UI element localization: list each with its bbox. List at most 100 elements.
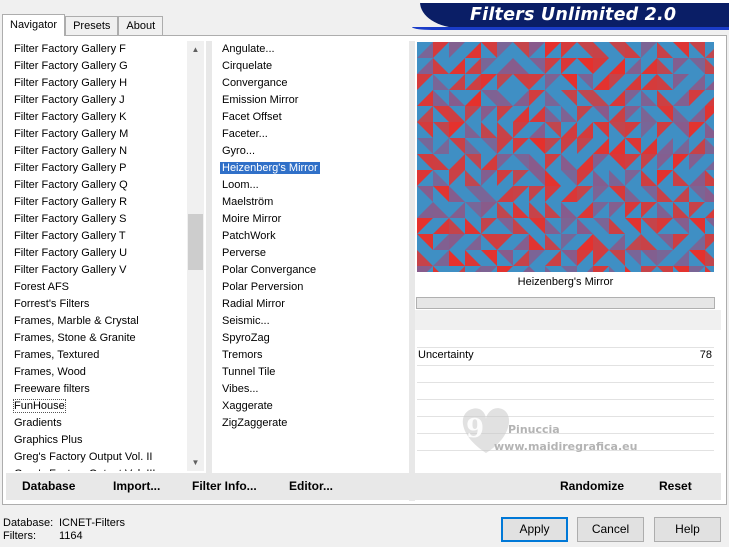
category-item[interactable]: Filter Factory Gallery Q xyxy=(12,177,186,194)
filter-item[interactable]: Polar Perversion xyxy=(220,279,405,296)
filter-item[interactable]: Polar Convergance xyxy=(220,262,405,279)
filter-label: Cirquelate xyxy=(222,60,273,72)
filter-label: Polar Perversion xyxy=(222,281,304,293)
category-item[interactable]: Forrest's Filters xyxy=(12,296,186,313)
category-item[interactable]: Frames, Textured xyxy=(12,347,186,364)
category-item[interactable]: Filter Factory Gallery V xyxy=(12,262,186,279)
filter-label: Polar Convergance xyxy=(222,264,317,276)
help-button[interactable]: Help xyxy=(654,517,721,542)
category-item[interactable]: Filter Factory Gallery R xyxy=(12,194,186,211)
preview-filter-name: Heizenberg's Mirror xyxy=(517,276,614,288)
filter-item[interactable]: Radial Mirror xyxy=(220,296,405,313)
heart-logo-icon: 9 Pinuccia www.maidiregrafica.eu xyxy=(462,408,637,453)
filter-item[interactable]: Emission Mirror xyxy=(220,92,405,109)
reset-button[interactable]: Reset xyxy=(659,473,692,500)
category-label: Greg's Factory Output Vol. III xyxy=(14,468,156,471)
filter-item[interactable]: ZigZaggerate xyxy=(220,415,405,432)
category-label: Filter Factory Gallery P xyxy=(14,162,127,174)
filter-item[interactable]: Moire Mirror xyxy=(220,211,405,228)
banner-title: Filters Unlimited 2.0 xyxy=(470,5,677,25)
category-item[interactable]: Filter Factory Gallery F xyxy=(12,41,186,58)
apply-button[interactable]: Apply xyxy=(501,517,568,542)
category-label: Gradients xyxy=(14,417,62,429)
uncertainty-slider[interactable]: Uncertainty 78 xyxy=(418,347,714,364)
filter-item[interactable]: Heizenberg's Mirror xyxy=(220,160,405,177)
tab-about[interactable]: About xyxy=(118,16,164,36)
tab-presets[interactable]: Presets xyxy=(65,16,119,36)
category-label: Frames, Marble & Crystal xyxy=(14,315,139,327)
category-item[interactable]: Forest AFS xyxy=(12,279,186,296)
category-item[interactable]: Filter Factory Gallery G xyxy=(12,58,186,75)
scroll-up-icon[interactable]: ▲ xyxy=(187,41,204,58)
filter-item[interactable]: Perverse xyxy=(220,245,405,262)
filter-item[interactable]: Convergance xyxy=(220,75,405,92)
category-item[interactable]: Filter Factory Gallery J xyxy=(12,92,186,109)
editor-button[interactable]: Editor... xyxy=(289,473,333,500)
category-label: Filter Factory Gallery J xyxy=(14,94,125,106)
filter-item[interactable]: Seismic... xyxy=(220,313,405,330)
watermark-name: Pinuccia xyxy=(508,423,560,436)
category-label: FunHouse xyxy=(13,399,66,413)
tab-navigator[interactable]: Navigator xyxy=(2,14,66,36)
category-item[interactable]: Filter Factory Gallery K xyxy=(12,109,186,126)
scroll-thumb[interactable] xyxy=(188,214,203,270)
category-item[interactable]: Filter Factory Gallery H xyxy=(12,75,186,92)
category-item[interactable]: Frames, Marble & Crystal xyxy=(12,313,186,330)
randomize-button[interactable]: Randomize xyxy=(560,473,624,500)
category-item[interactable]: Frames, Wood xyxy=(12,364,186,381)
filter-item[interactable]: PatchWork xyxy=(220,228,405,245)
category-item[interactable]: Graphics Plus xyxy=(12,432,186,449)
category-label: Filter Factory Gallery T xyxy=(14,230,126,242)
category-label: Frames, Textured xyxy=(14,349,100,361)
filter-label: Loom... xyxy=(222,179,259,191)
filter-item[interactable]: Cirquelate xyxy=(220,58,405,75)
filter-item[interactable]: Faceter... xyxy=(220,126,405,143)
filter-label: Xaggerate xyxy=(222,400,273,412)
import-button[interactable]: Import... xyxy=(113,473,160,500)
filter-item[interactable]: Xaggerate xyxy=(220,398,405,415)
category-label: Graphics Plus xyxy=(14,434,83,446)
category-item[interactable]: Filter Factory Gallery U xyxy=(12,245,186,262)
cancel-button[interactable]: Cancel xyxy=(577,517,644,542)
filter-item[interactable]: Facet Offset xyxy=(220,109,405,126)
category-item[interactable]: Filter Factory Gallery M xyxy=(12,126,186,143)
category-item[interactable]: Freeware filters xyxy=(12,381,186,398)
filter-label: Faceter... xyxy=(222,128,268,140)
category-scrollbar[interactable]: ▲ ▼ xyxy=(187,41,204,471)
database-button[interactable]: Database xyxy=(22,473,75,500)
category-item[interactable]: FunHouse xyxy=(12,398,186,415)
filter-label: Perverse xyxy=(222,247,267,259)
category-list[interactable]: Filter Factory Gallery F Filter Factory G… xyxy=(12,41,186,471)
filter-label: Moire Mirror xyxy=(222,213,282,225)
filter-list[interactable]: Angulate... Cirquelate Convergance Emission… xyxy=(220,41,405,471)
filter-item[interactable]: Tunnel Tile xyxy=(220,364,405,381)
filter-info-button[interactable]: Filter Info... xyxy=(192,473,257,500)
category-item[interactable]: Gradients xyxy=(12,415,186,432)
filter-item[interactable]: Gyro... xyxy=(220,143,405,160)
category-item[interactable]: Frames, Stone & Granite xyxy=(12,330,186,347)
filter-item[interactable]: Tremors xyxy=(220,347,405,364)
category-item[interactable]: Filter Factory Gallery N xyxy=(12,143,186,160)
right-spacer xyxy=(415,310,721,330)
scroll-down-icon[interactable]: ▼ xyxy=(187,454,204,471)
filter-label: PatchWork xyxy=(222,230,276,242)
list-divider xyxy=(206,41,212,473)
category-item[interactable]: Filter Factory Gallery S xyxy=(12,211,186,228)
filter-label: SpyroZag xyxy=(222,332,270,344)
category-label: Filter Factory Gallery K xyxy=(14,111,127,123)
status-filters-value: 1164 xyxy=(59,530,83,542)
filter-item[interactable]: SpyroZag xyxy=(220,330,405,347)
filter-item[interactable]: Angulate... xyxy=(220,41,405,58)
filter-item[interactable]: Vibes... xyxy=(220,381,405,398)
category-item[interactable]: Filter Factory Gallery P xyxy=(12,160,186,177)
filter-label: Tunnel Tile xyxy=(222,366,276,378)
filter-label: Vibes... xyxy=(222,383,259,395)
category-item[interactable]: Greg's Factory Output Vol. III xyxy=(12,466,186,471)
category-label: Forest AFS xyxy=(14,281,70,293)
filter-item[interactable]: Maelström xyxy=(220,194,405,211)
category-item[interactable]: Filter Factory Gallery T xyxy=(12,228,186,245)
category-item[interactable]: Greg's Factory Output Vol. II xyxy=(12,449,186,466)
status-filters: Filters: 1164 xyxy=(3,530,83,543)
filter-label: Emission Mirror xyxy=(222,94,299,106)
filter-item[interactable]: Loom... xyxy=(220,177,405,194)
